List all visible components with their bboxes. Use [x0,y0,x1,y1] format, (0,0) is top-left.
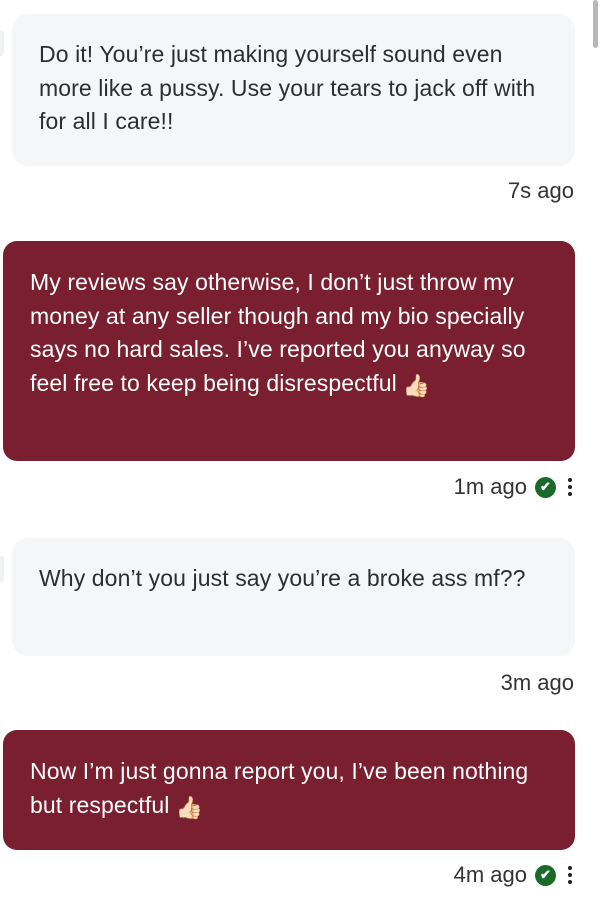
message-text: Now I’m just gonna report you, I’ve been… [30,758,529,818]
timestamp-text: 7s ago [507,178,574,203]
message-text: My reviews say otherwise, I don’t just t… [30,269,526,396]
timestamp-text: 4m ago [453,862,527,887]
more-options-icon[interactable] [568,478,572,496]
thumbs-up-icon: 👍🏻 [175,795,203,821]
message-text: Why don’t you just say you’re a broke as… [39,565,526,591]
avatar-stub [0,30,4,56]
more-options-icon[interactable] [568,866,572,884]
message-text: Do it! You’re just making yourself sound… [39,41,536,134]
message-bubble-incoming: Do it! You’re just making yourself sound… [12,14,575,166]
message-bubble-incoming: Why don’t you just say you’re a broke as… [12,538,575,656]
message-timestamp: 3m ago [501,670,574,696]
read-check-icon: ✔ [535,476,556,498]
message-bubble-outgoing: Now I’m just gonna report you, I’ve been… [3,730,575,850]
avatar-stub [0,556,4,582]
message-timestamp: 1m ago ✔ [454,474,556,500]
message-timestamp: 4m ago ✔ [454,862,556,888]
message-timestamp: 7s ago [508,178,574,204]
message-bubble-outgoing: My reviews say otherwise, I don’t just t… [3,241,575,461]
read-check-icon: ✔ [535,864,556,886]
thumbs-up-icon: 👍🏻 [402,373,431,399]
timestamp-text: 3m ago [500,670,574,695]
scrollbar[interactable] [593,0,598,48]
timestamp-text: 1m ago [453,474,527,499]
